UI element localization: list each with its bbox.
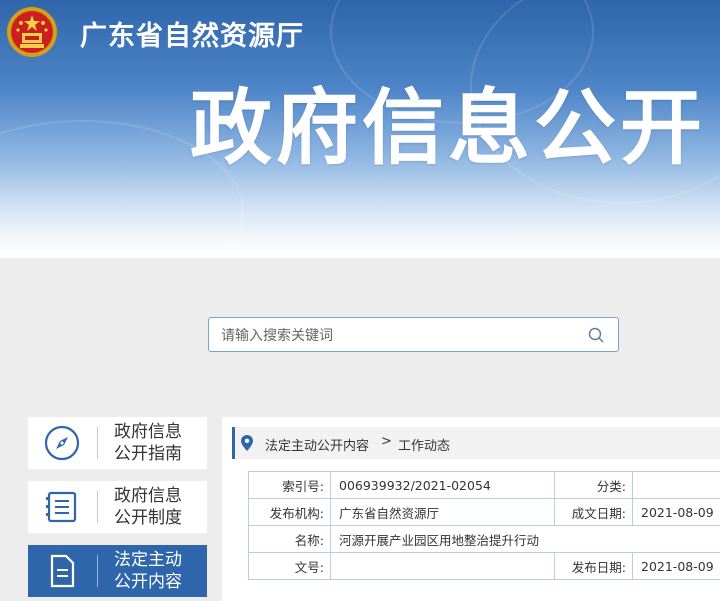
name-label: 名称: — [248, 525, 331, 553]
sidebar-item-guide[interactable]: 政府信息 公开指南 — [28, 417, 207, 469]
table-row: 文号: 发布日期: 2021-08-09 — [248, 552, 720, 580]
divider — [97, 427, 98, 459]
publisher-label: 发布机构: — [248, 498, 331, 526]
page-title: 政府信息公开 — [190, 81, 707, 176]
search-box — [208, 317, 619, 353]
breadcrumb-separator: > — [381, 434, 392, 449]
publisher-value: 广东省自然资源厅 — [330, 498, 555, 526]
sidebar-item-system[interactable]: 政府信息 公开制度 — [28, 481, 207, 533]
document-metadata-table: 索引号: 006939932/2021-02054 分类: 发布机构: 广东省自… — [248, 471, 720, 580]
breadcrumb-level1[interactable]: 法定主动公开内容 — [265, 435, 369, 454]
created-date-label: 成文日期: — [554, 498, 633, 526]
publish-date-value: 2021-08-09 — [632, 552, 720, 580]
publish-date-label: 发布日期: — [554, 552, 633, 580]
doc-number-label: 文号: — [248, 552, 331, 580]
search-icon[interactable] — [588, 327, 604, 343]
search-input[interactable] — [219, 318, 583, 353]
breadcrumb-level2[interactable]: 工作动态 — [398, 435, 450, 454]
divider — [0, 253, 720, 258]
index-value: 006939932/2021-02054 — [330, 471, 555, 499]
sidebar-item-label: 政府信息 公开指南 — [114, 422, 182, 464]
divider — [97, 491, 98, 523]
content-panel: 法定主动公开内容 > 工作动态 索引号: 006939932/2021-0205… — [222, 417, 720, 601]
table-row: 发布机构: 广东省自然资源厅 成文日期: 2021-08-09 — [248, 498, 720, 526]
document-list-icon — [46, 491, 77, 523]
breadcrumb: 法定主动公开内容 > 工作动态 — [232, 427, 720, 459]
created-date-value: 2021-08-09 — [632, 498, 720, 526]
site-name[interactable]: 广东省自然资源厅 — [80, 14, 304, 53]
sidebar-item-label: 政府信息 公开制度 — [114, 486, 182, 528]
header-banner: 广东省自然资源厅 政府信息公开 — [0, 0, 720, 253]
national-emblem-icon — [7, 7, 57, 57]
category-label: 分类: — [554, 471, 633, 499]
file-icon — [50, 554, 75, 588]
name-value: 河源开展产业园区用地整治提升行动 — [330, 525, 720, 553]
sidebar-item-label: 法定主动 公开内容 — [114, 550, 182, 592]
divider — [97, 555, 98, 587]
compass-icon — [44, 425, 80, 461]
index-label: 索引号: — [248, 471, 331, 499]
category-value — [632, 471, 720, 499]
table-row: 索引号: 006939932/2021-02054 分类: — [248, 471, 720, 499]
doc-number-value — [330, 552, 555, 580]
table-row: 名称: 河源开展产业园区用地整治提升行动 — [248, 525, 720, 553]
sidebar-item-active-disclosure[interactable]: 法定主动 公开内容 — [28, 545, 207, 597]
location-pin-icon — [241, 435, 253, 451]
